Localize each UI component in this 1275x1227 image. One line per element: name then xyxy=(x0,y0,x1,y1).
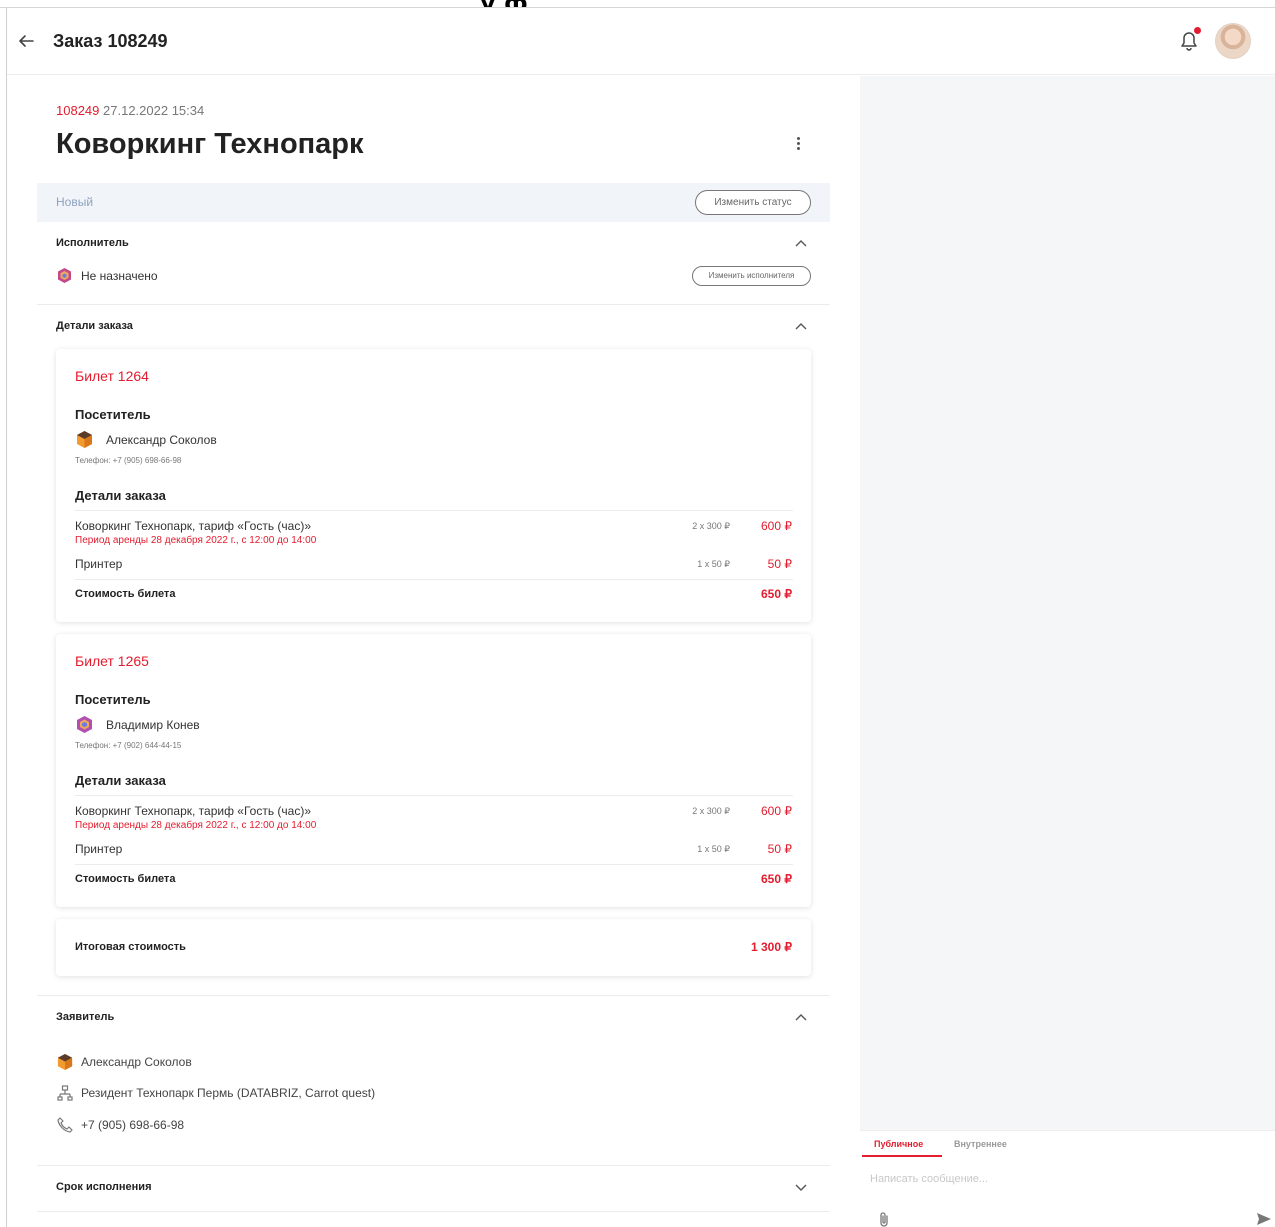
line-item-price: 600 ₽ xyxy=(761,804,792,818)
ticket-title[interactable]: Билет 1264 xyxy=(75,368,149,384)
comment-composer: Публичное Внутреннее xyxy=(860,1130,1275,1227)
cropped-caption: у ф xyxy=(0,0,1275,8)
visitor-phone: Телефон: +7 (905) 698-66-98 xyxy=(75,456,182,465)
order-datetime: 27.12.2022 15:34 xyxy=(103,103,205,118)
line-item-name: Коворкинг Технопарк, тариф «Гость (час)» xyxy=(75,519,312,533)
chevron-up-icon[interactable] xyxy=(795,322,807,330)
phone-icon xyxy=(57,1117,73,1133)
order-details-pane: 108249 27.12.2022 15:34 Коворкинг Техноп… xyxy=(7,76,860,1227)
line-item-name: Принтер xyxy=(75,557,123,571)
grand-total-label: Итоговая стоимость xyxy=(75,941,186,953)
paperclip-icon[interactable] xyxy=(878,1211,890,1227)
chevron-up-icon[interactable] xyxy=(795,1013,807,1021)
grand-total-card: Итоговая стоимость 1 300 ₽ xyxy=(56,919,811,976)
order-number[interactable]: 108249 xyxy=(56,103,99,118)
user-avatar[interactable] xyxy=(1215,23,1251,59)
status-value: Новый xyxy=(56,195,94,209)
line-item-period: Период аренды 28 декабря 2022 г., с 12:0… xyxy=(75,820,317,831)
line-item-qty: 1 x 50 ₽ xyxy=(697,844,730,854)
line-item-name: Принтер xyxy=(75,842,123,856)
visitor-heading: Посетитель xyxy=(75,692,151,707)
ticket-total-value: 650 ₽ xyxy=(761,587,792,601)
line-item-period: Период аренды 28 декабря 2022 г., с 12:0… xyxy=(75,535,317,546)
change-status-button[interactable]: Изменить статус xyxy=(695,190,811,215)
visitor-name: Александр Соколов xyxy=(106,433,217,447)
status-bar: Новый Изменить статус xyxy=(37,183,830,222)
line-item-qty: 2 x 300 ₽ xyxy=(692,521,730,531)
divider xyxy=(37,1165,830,1166)
ticket-card: Билет 1264 Посетитель Александр Соколов … xyxy=(56,349,811,622)
cropped-caption-text: у ф xyxy=(480,0,528,7)
divider xyxy=(37,304,830,305)
divider xyxy=(75,864,793,865)
message-input[interactable] xyxy=(870,1173,1250,1185)
line-item-price: 50 ₽ xyxy=(767,842,792,856)
visitor-avatar-icon xyxy=(77,716,92,733)
visitor-name: Владимир Конев xyxy=(106,718,200,732)
details-heading: Детали заказа xyxy=(75,773,166,788)
visitor-heading: Посетитель xyxy=(75,407,151,422)
notification-badge xyxy=(1194,27,1201,34)
back-arrow-icon[interactable] xyxy=(17,32,35,50)
avatar-placeholder-icon xyxy=(58,268,71,283)
divider xyxy=(37,1211,830,1212)
applicant-avatar-icon xyxy=(57,1053,73,1071)
send-icon[interactable] xyxy=(1256,1211,1272,1227)
details-heading: Детали заказа xyxy=(75,488,166,503)
line-item-qty: 2 x 300 ₽ xyxy=(692,806,730,816)
change-assignee-button[interactable]: Изменить исполнителя xyxy=(692,266,811,286)
divider xyxy=(75,510,793,511)
divider xyxy=(75,579,793,580)
divider xyxy=(37,995,830,996)
assignee-section-title: Исполнитель xyxy=(56,237,129,249)
page-title: Заказ 108249 xyxy=(53,31,168,51)
order-title: Коворкинг Технопарк xyxy=(56,128,364,160)
visitor-avatar-icon xyxy=(77,431,92,448)
chevron-down-icon[interactable] xyxy=(795,1184,807,1192)
visitor-phone: Телефон: +7 (902) 644-44-15 xyxy=(75,741,182,750)
order-meta: 108249 27.12.2022 15:34 xyxy=(56,103,204,118)
assignee-value: Не назначено xyxy=(81,269,158,283)
line-item-price: 600 ₽ xyxy=(761,519,792,533)
top-bar: Заказ 108249 xyxy=(7,9,1275,75)
ticket-title[interactable]: Билет 1265 xyxy=(75,653,149,669)
line-item-name: Коворкинг Технопарк, тариф «Гость (час)» xyxy=(75,804,312,818)
chevron-up-icon[interactable] xyxy=(795,239,807,247)
ticket-total-label: Стоимость билета xyxy=(75,588,176,600)
kebab-menu-icon[interactable] xyxy=(793,136,803,154)
applicant-name: Александр Соколов xyxy=(81,1055,192,1069)
company-icon xyxy=(57,1085,73,1101)
deadline-section-title: Срок исполнения xyxy=(56,1181,152,1193)
ticket-total-label: Стоимость билета xyxy=(75,873,176,885)
tab-internal[interactable]: Внутреннее xyxy=(954,1139,1007,1149)
applicant-section-title: Заявитель xyxy=(56,1011,115,1023)
bell-icon[interactable] xyxy=(1180,31,1198,51)
ticket-total-value: 650 ₽ xyxy=(761,872,792,886)
comments-panel xyxy=(860,76,1275,1227)
divider xyxy=(75,795,793,796)
ticket-card: Билет 1265 Посетитель Владимир Конев Тел… xyxy=(56,634,811,907)
line-item-qty: 1 x 50 ₽ xyxy=(697,559,730,569)
grand-total-value: 1 300 ₽ xyxy=(751,940,792,954)
line-item-price: 50 ₽ xyxy=(767,557,792,571)
tab-public[interactable]: Публичное xyxy=(874,1139,923,1149)
applicant-phone[interactable]: +7 (905) 698-66-98 xyxy=(81,1118,184,1132)
active-tab-indicator xyxy=(862,1155,942,1157)
details-section-title: Детали заказа xyxy=(56,320,133,332)
applicant-organization: Резидент Технопарк Пермь (DATABRIZ, Carr… xyxy=(81,1086,376,1100)
